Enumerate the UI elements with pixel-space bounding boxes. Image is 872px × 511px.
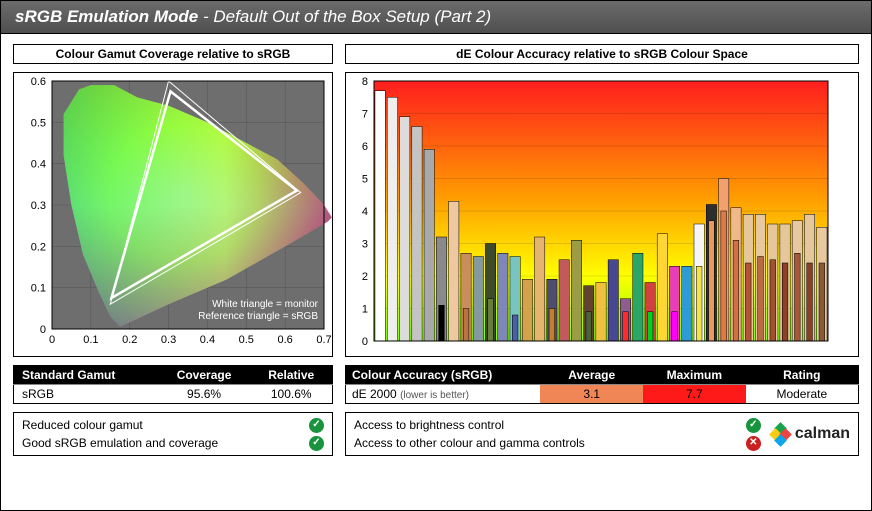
gamut-table: Standard Gamut Coverage Relative sRGB 95…: [13, 365, 333, 404]
gamut-th-rel: Relative: [250, 366, 332, 385]
note-text: Good sRGB emulation and coverage: [22, 434, 218, 452]
note-row: Reduced colour gamut ✓: [22, 416, 324, 434]
check-icon: ✓: [309, 418, 324, 433]
calman-logo-icon: [771, 424, 791, 444]
gamut-row-cov: 95.6%: [158, 385, 251, 404]
svg-text:0.3: 0.3: [31, 200, 46, 212]
note-row: Good sRGB emulation and coverage ✓: [22, 434, 324, 452]
svg-text:0.6: 0.6: [31, 76, 46, 88]
acc-th-rat: Rating: [746, 366, 859, 385]
gamut-row-name: sRGB: [14, 385, 158, 404]
svg-text:4: 4: [362, 206, 368, 218]
svg-text:0: 0: [40, 324, 46, 336]
acc-th-avg: Average: [540, 366, 643, 385]
title-sub: - Default Out of the Box Setup (Part 2): [203, 7, 491, 26]
de-chart-title: dE Colour Accuracy relative to sRGB Colo…: [345, 44, 859, 64]
note-text: Reduced colour gamut: [22, 416, 143, 434]
svg-text:0: 0: [49, 334, 55, 346]
gamut-th-name: Standard Gamut: [14, 366, 158, 385]
acc-row-max: 7.7: [643, 385, 746, 404]
acc-th-name: Colour Accuracy (sRGB): [346, 366, 541, 385]
svg-text:0.3: 0.3: [161, 334, 176, 346]
svg-text:0.4: 0.4: [31, 159, 46, 171]
access-notes: Access to brightness control ✓ Access to o…: [345, 412, 859, 456]
acc-row-rat: Moderate: [746, 385, 859, 404]
note-row: Access to other colour and gamma control…: [354, 434, 761, 452]
svg-text:0.6: 0.6: [277, 334, 292, 346]
svg-text:6: 6: [362, 141, 368, 153]
accuracy-table: Colour Accuracy (sRGB) Average Maximum R…: [345, 365, 859, 404]
gamut-th-cov: Coverage: [158, 366, 251, 385]
svg-text:0.5: 0.5: [239, 334, 254, 346]
svg-text:0.2: 0.2: [122, 334, 137, 346]
note-row: Access to brightness control ✓: [354, 416, 761, 434]
svg-text:0: 0: [362, 336, 368, 348]
svg-text:Reference triangle = sRGB: Reference triangle = sRGB: [198, 311, 318, 322]
calman-logo: calman: [771, 424, 850, 444]
page-title: sRGB Emulation Mode - Default Out of the…: [1, 1, 871, 34]
svg-text:5: 5: [362, 174, 368, 186]
title-main: sRGB Emulation Mode: [15, 7, 198, 26]
gamut-chart-title: Colour Gamut Coverage relative to sRGB: [13, 44, 333, 64]
svg-text:0.5: 0.5: [31, 117, 46, 129]
svg-text:0.7: 0.7: [316, 334, 331, 346]
svg-text:0.1: 0.1: [31, 283, 46, 295]
cross-icon: ✕: [746, 436, 761, 451]
de-chart: 0 1 2 3 4 5 6 7 8: [345, 72, 859, 357]
svg-text:7: 7: [362, 109, 368, 121]
svg-text:3: 3: [362, 239, 368, 251]
gamut-row-rel: 100.6%: [250, 385, 332, 404]
acc-row-name: dE 2000 (lower is better): [346, 385, 541, 404]
check-icon: ✓: [309, 436, 324, 451]
svg-text:1: 1: [362, 304, 368, 316]
svg-text:White triangle = monitor: White triangle = monitor: [212, 299, 319, 310]
svg-text:2: 2: [362, 271, 368, 283]
svg-text:0.2: 0.2: [31, 241, 46, 253]
calman-logo-text: calman: [795, 425, 850, 443]
note-text: Access to brightness control: [354, 416, 504, 434]
svg-text:8: 8: [362, 76, 368, 88]
acc-th-max: Maximum: [643, 366, 746, 385]
gamut-chart: White triangle = monitorReference triang…: [13, 72, 333, 357]
note-text: Access to other colour and gamma control…: [354, 434, 585, 452]
check-icon: ✓: [746, 418, 761, 433]
gamut-notes: Reduced colour gamut✓Good sRGB emulation…: [13, 412, 333, 456]
acc-row-avg: 3.1: [540, 385, 643, 404]
svg-text:0.4: 0.4: [200, 334, 215, 346]
svg-text:0.1: 0.1: [83, 334, 98, 346]
